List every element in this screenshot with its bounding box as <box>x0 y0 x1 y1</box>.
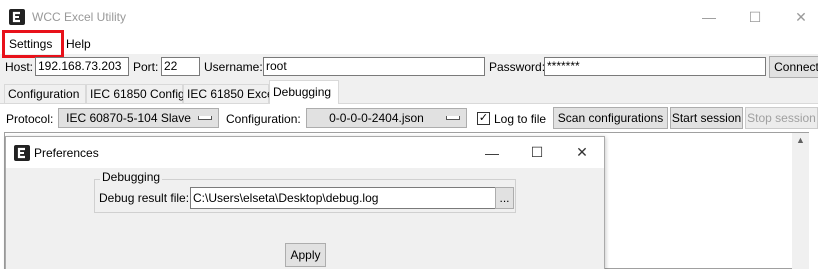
dropdown-arrow-icon <box>198 116 212 120</box>
browse-button[interactable]: ... <box>495 187 514 209</box>
host-input[interactable]: 192.168.73.203 <box>35 57 129 76</box>
protocol-label: Protocol: <box>6 112 54 126</box>
title-bar: WCC Excel Utility — ☐ ✕ <box>0 0 818 34</box>
username-input[interactable]: root <box>263 57 485 76</box>
debugging-group-label: Debugging <box>100 170 163 184</box>
host-label: Host: <box>5 60 34 74</box>
log-to-file-checkbox[interactable]: ✓ <box>477 112 490 125</box>
settings-highlight-box <box>2 30 64 58</box>
log-to-file-label: Log to file <box>494 112 547 126</box>
debug-result-file-input[interactable]: C:\Users\elseta\Desktop\debug.log <box>190 187 496 209</box>
configuration-select[interactable]: 0-0-0-0-2404.json <box>306 108 467 128</box>
stop-session-button[interactable]: Stop session <box>745 107 818 129</box>
password-label: Password: <box>489 60 546 74</box>
maximize-button[interactable]: ☐ <box>732 0 778 34</box>
scroll-up-icon[interactable]: ▲ <box>792 135 809 149</box>
preferences-maximize-button[interactable]: ☐ <box>514 137 560 168</box>
preferences-title-bar: Preferences — ☐ ✕ <box>6 137 604 168</box>
preferences-title: Preferences <box>34 146 99 160</box>
start-session-button[interactable]: Start session <box>670 107 743 129</box>
window-title: WCC Excel Utility <box>32 10 127 24</box>
scan-configurations-button[interactable]: Scan configurations <box>553 107 668 129</box>
preferences-dialog: Preferences — ☐ ✕ Debugging Debug result… <box>5 136 605 269</box>
log-scrollbar[interactable]: ▲ <box>792 133 809 269</box>
wcc-logo-icon <box>9 9 25 25</box>
tab-configuration[interactable]: Configuration <box>4 84 86 103</box>
port-label: Port: <box>133 60 159 74</box>
menu-bar: Settings Help <box>0 34 818 54</box>
debug-result-file-label: Debug result file: <box>99 191 190 205</box>
protocol-select-value: IEC 60870-5-104 Slave <box>66 111 191 125</box>
configuration-label: Configuration: <box>226 112 301 126</box>
close-button[interactable]: ✕ <box>778 0 818 34</box>
tab-iec61850-config[interactable]: IEC 61850 Config <box>86 84 185 103</box>
protocol-select[interactable]: IEC 60870-5-104 Slave <box>58 108 219 128</box>
username-label: Username: <box>204 60 263 74</box>
menu-help[interactable]: Help <box>66 37 91 51</box>
preferences-minimize-button[interactable]: — <box>469 137 515 168</box>
password-input[interactable]: ******* <box>544 57 766 76</box>
main-window: WCC Excel Utility — ☐ ✕ Settings Help Ho… <box>0 0 818 269</box>
configuration-select-value: 0-0-0-0-2404.json <box>329 111 424 125</box>
apply-button[interactable]: Apply <box>285 243 326 267</box>
port-input[interactable]: 22 <box>161 57 200 76</box>
connect-button[interactable]: Connect <box>769 56 818 78</box>
tab-iec61850-excel[interactable]: IEC 61850 Excel <box>183 84 276 103</box>
connection-row: Host: 192.168.73.203 Port: 22 Username: … <box>0 56 818 78</box>
tab-debugging[interactable]: Debugging <box>269 80 339 104</box>
preferences-close-button[interactable]: ✕ <box>559 137 605 168</box>
minimize-button[interactable]: — <box>686 0 732 34</box>
wcc-logo-icon <box>14 145 30 161</box>
dropdown-arrow-icon <box>446 116 460 120</box>
